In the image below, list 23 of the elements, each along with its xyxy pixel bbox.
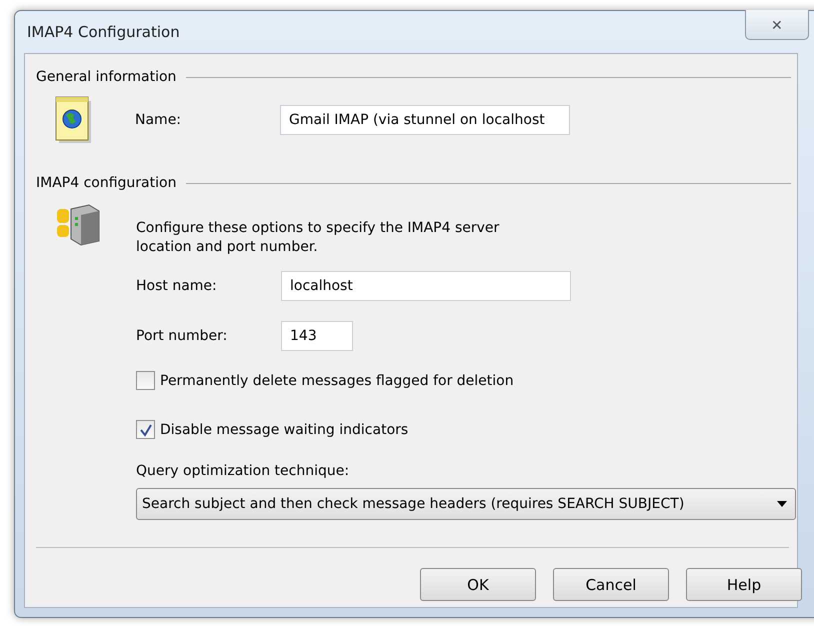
name-field[interactable]: Gmail IMAP (via stunnel on localhost bbox=[280, 105, 570, 135]
section-heading: IMAP4 configuration bbox=[36, 175, 176, 191]
notepad-globe-icon bbox=[55, 95, 93, 145]
field-label: Query optimization technique: bbox=[136, 463, 350, 479]
close-button[interactable]: ✕ bbox=[745, 10, 809, 40]
checkbox-label[interactable]: Disable message waiting indicators bbox=[160, 422, 408, 438]
dialog-button[interactable]: Cancel bbox=[553, 568, 669, 601]
field-label: Name: bbox=[135, 112, 182, 128]
field-label: Host name: bbox=[136, 278, 218, 294]
window-title: IMAP4 Configuration bbox=[27, 23, 180, 41]
section-heading: General information bbox=[36, 69, 176, 85]
dialog-button[interactable]: OK bbox=[420, 568, 536, 601]
query-dropdown[interactable]: Search subject and then check message headers (requires SEARCH SUBJECT) bbox=[136, 488, 796, 520]
checkbox[interactable] bbox=[136, 420, 155, 439]
server-icon bbox=[55, 203, 101, 247]
checkbox[interactable] bbox=[136, 371, 155, 390]
dialog-button[interactable]: Help bbox=[686, 568, 802, 601]
host-name-field[interactable]: localhost bbox=[281, 271, 571, 301]
description-text: Configure these options to specify the IMAP4 server location and port number. bbox=[136, 219, 500, 257]
port-number-field[interactable]: 143 bbox=[281, 321, 353, 351]
caret-icon bbox=[777, 501, 787, 507]
field-label: Port number: bbox=[136, 328, 228, 344]
checkbox-label[interactable]: Permanently delete messages flagged for deletion bbox=[160, 372, 514, 388]
